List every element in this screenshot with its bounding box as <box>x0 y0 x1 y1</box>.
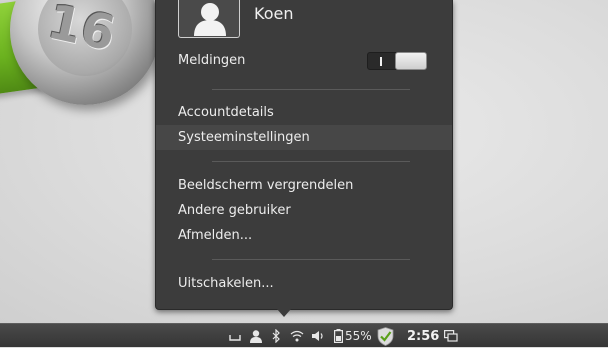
log-out-item[interactable]: Afmelden... <box>156 223 452 248</box>
bluetooth-icon <box>272 329 280 343</box>
battery-percent: 55% <box>345 329 372 343</box>
toggle-knob[interactable] <box>395 52 427 70</box>
network-indicator[interactable] <box>290 324 304 348</box>
bluetooth-indicator[interactable] <box>272 324 281 348</box>
clock: 2:56 <box>407 328 440 344</box>
account-details-item[interactable]: Accountdetails <box>156 100 452 125</box>
menu-pointer-arrow <box>277 309 291 317</box>
volume-indicator[interactable] <box>311 324 325 348</box>
toggle-on-mark <box>380 57 382 66</box>
avatar[interactable] <box>178 0 240 38</box>
update-manager-indicator[interactable] <box>377 324 394 348</box>
user-name: Koen <box>254 4 294 23</box>
notifications-toggle[interactable] <box>367 52 427 70</box>
shield-check-icon <box>377 326 394 346</box>
user-menu: Koen Meldingen Accountdetails Systeemins… <box>155 0 453 310</box>
lock-screen-item[interactable]: Beeldscherm vergrendelen <box>156 173 452 198</box>
user-header: Koen <box>178 0 293 40</box>
system-settings-item[interactable]: Systeeminstellingen <box>156 125 452 150</box>
keyboard-layout-icon <box>229 335 241 341</box>
notifications-label: Meldingen <box>178 53 246 68</box>
clock-applet[interactable]: 2:56 <box>407 324 439 348</box>
wifi-icon <box>290 330 304 342</box>
user-avatar-icon <box>194 3 226 36</box>
separator <box>212 89 410 90</box>
user-indicator-icon <box>250 330 262 343</box>
separator <box>212 259 410 260</box>
volume-icon <box>312 331 323 341</box>
workspace-switcher-icon <box>444 330 458 342</box>
keyboard-indicator[interactable] <box>229 324 241 348</box>
battery-icon <box>334 329 343 343</box>
separator <box>212 161 410 162</box>
switch-user-item[interactable]: Andere gebruiker <box>156 198 452 223</box>
bottom-panel: 55% 2:56 <box>0 323 608 347</box>
show-desktop-button[interactable] <box>444 324 458 348</box>
user-indicator[interactable] <box>249 324 263 348</box>
shut-down-item[interactable]: Uitschakelen... <box>156 271 452 296</box>
battery-indicator[interactable]: 55% <box>334 324 372 348</box>
